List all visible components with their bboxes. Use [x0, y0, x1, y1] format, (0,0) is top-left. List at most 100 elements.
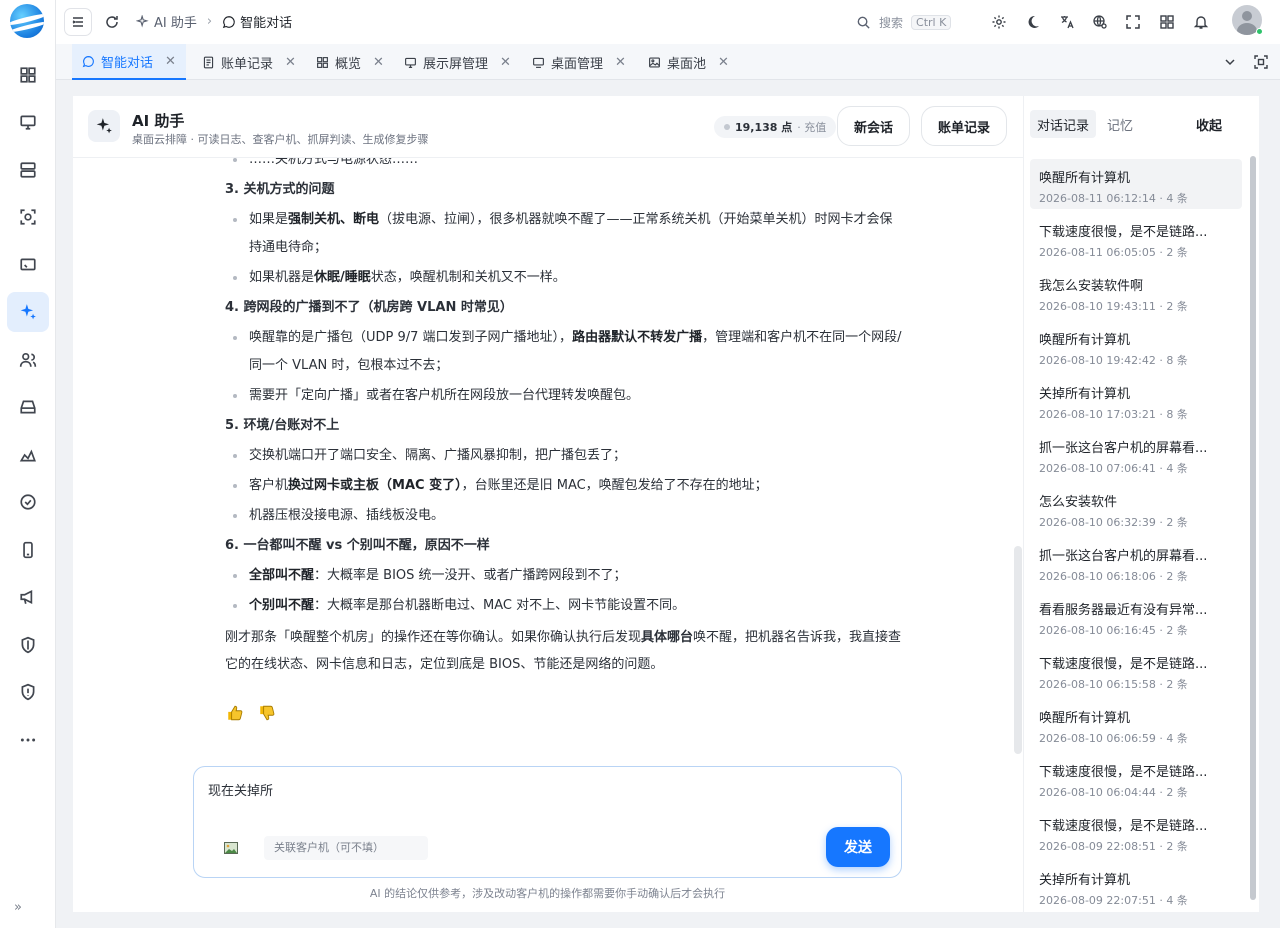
- history-item[interactable]: 下载速度很慢，是不是链路... 2026-08-09 22:08:51 · 2 条: [1030, 807, 1242, 857]
- assistant-message: ……关机方式与电源状态…… 3. 关机方式的问题 如果是强制关机、断电（拔电源、…: [225, 158, 905, 678]
- thumbs-up-icon[interactable]: [226, 704, 244, 722]
- history-item[interactable]: 下载速度很慢，是不是链路... 2026-08-11 06:05:05 · 2 条: [1030, 213, 1242, 263]
- announcement-icon[interactable]: [7, 577, 49, 617]
- close-icon[interactable]: ✕: [615, 55, 626, 70]
- history-meta: 2026-08-10 06:32:39 · 2 条: [1039, 516, 1188, 529]
- points-balance[interactable]: 19,138 点 · 充值: [714, 116, 837, 138]
- refresh-icon[interactable]: [98, 8, 126, 36]
- history-title: 抓一张这台客户机的屏幕看...: [1039, 549, 1208, 564]
- layout-grid-icon[interactable]: [1153, 8, 1181, 36]
- truncated-line: ……关机方式与电源状态……: [225, 158, 905, 174]
- closing-paragraph: 刚才那条「唤醒整个机房」的操作还在等你确认。如果你确认执行后发现具体哪台唤不醒，…: [225, 630, 902, 672]
- section-title: 6. 一台都叫不醒 vs 个别叫不醒，原因不一样: [225, 538, 490, 553]
- history-title: 我怎么安装软件啊: [1039, 279, 1144, 294]
- history-meta: 2026-08-10 06:18:06 · 2 条: [1039, 570, 1188, 583]
- close-icon[interactable]: ✕: [718, 55, 729, 70]
- send-button[interactable]: 发送: [826, 827, 890, 867]
- history-item[interactable]: 下载速度很慢，是不是链路... 2026-08-10 06:04:44 · 2 条: [1030, 753, 1242, 803]
- security-shield-icon[interactable]: [7, 625, 49, 665]
- history-title: 下载速度很慢，是不是链路...: [1039, 819, 1208, 834]
- history-title: 下载速度很慢，是不是链路...: [1039, 657, 1208, 672]
- tab-memory[interactable]: 记忆: [1100, 110, 1140, 138]
- search-icon: [857, 16, 870, 29]
- chat-icon: [222, 15, 235, 28]
- globe-settings-icon[interactable]: [1086, 8, 1114, 36]
- history-item[interactable]: 下载速度很慢，是不是链路... 2026-08-10 06:15:58 · 2 条: [1030, 645, 1242, 695]
- history-item[interactable]: 唤醒所有计算机 2026-08-10 19:42:42 · 8 条: [1030, 321, 1242, 371]
- tab-label: 展示屏管理: [423, 56, 489, 72]
- dark-mode-moon-icon[interactable]: [1019, 8, 1047, 36]
- list-item: 唤醒靠的是广播包（UDP 9/7 端口发到子网广播地址），路由器默认不转发广播，…: [225, 324, 905, 380]
- menu-toggle-icon[interactable]: [64, 8, 92, 36]
- history-item[interactable]: 抓一张这台客户机的屏幕看... 2026-08-10 06:18:06 · 2 条: [1030, 537, 1242, 587]
- history-title: 下载速度很慢，是不是链路...: [1039, 225, 1208, 240]
- thumbs-down-icon[interactable]: [258, 704, 276, 722]
- fullscreen-icon[interactable]: [1119, 8, 1147, 36]
- alert-shield-icon[interactable]: [7, 672, 49, 712]
- translate-icon[interactable]: [1053, 8, 1081, 36]
- history-item[interactable]: 看看服务器最近有没有异常... 2026-08-10 06:16:45 · 2 条: [1030, 591, 1242, 641]
- tab-billing[interactable]: 账单记录 ✕: [192, 44, 306, 80]
- close-icon[interactable]: ✕: [165, 54, 176, 69]
- settings-gear-icon[interactable]: [985, 8, 1013, 36]
- users-icon[interactable]: [7, 340, 49, 380]
- bind-client-field[interactable]: 关联客户机（可不填）: [264, 836, 428, 860]
- breadcrumb-parent[interactable]: AI 助手: [154, 12, 197, 31]
- close-icon[interactable]: ✕: [500, 55, 511, 70]
- history-title: 关掉所有计算机: [1039, 873, 1131, 888]
- collapse-button[interactable]: 收起: [1196, 110, 1222, 138]
- history-item[interactable]: 唤醒所有计算机 2026-08-10 06:06:59 · 4 条: [1030, 699, 1242, 749]
- list-item: 全部叫不醒：大概率是 BIOS 统一没开、或者广播跨网段到不了；: [225, 562, 905, 590]
- recharge-link[interactable]: · 充值: [797, 119, 826, 135]
- close-icon[interactable]: ✕: [285, 55, 296, 70]
- server-icon[interactable]: [7, 150, 49, 190]
- history-meta: 2026-08-10 06:06:59 · 4 条: [1039, 732, 1188, 745]
- close-icon[interactable]: ✕: [373, 55, 384, 70]
- screenshot-frame-icon[interactable]: [1247, 48, 1275, 76]
- sparkle-icon: [136, 14, 149, 28]
- message-scrollbar[interactable]: [1014, 546, 1022, 754]
- tab-display-screens[interactable]: 展示屏管理 ✕: [394, 44, 521, 80]
- tab-history[interactable]: 对话记录: [1030, 110, 1097, 138]
- task-check-icon[interactable]: [7, 482, 49, 522]
- top-bar: AI 助手 › 智能对话 搜索 Ctrl K: [56, 0, 1280, 44]
- tab-overview[interactable]: 概览 ✕: [306, 44, 394, 80]
- display-screen-icon[interactable]: [7, 102, 49, 142]
- tab-desktop-pool[interactable]: 桌面池 ✕: [638, 44, 739, 80]
- history-item[interactable]: 抓一张这台客户机的屏幕看... 2026-08-10 07:06:41 · 4 条: [1030, 429, 1242, 479]
- history-item[interactable]: 唤醒所有计算机 2026-08-11 06:12:14 · 4 条: [1030, 159, 1242, 209]
- history-scrollbar[interactable]: [1250, 156, 1256, 900]
- message-input-box[interactable]: [193, 766, 902, 878]
- chevron-down-icon[interactable]: [1216, 48, 1244, 76]
- more-icon[interactable]: [7, 720, 49, 760]
- history-item[interactable]: 怎么安装软件 2026-08-10 06:32:39 · 2 条: [1030, 483, 1242, 533]
- network-icon[interactable]: [7, 435, 49, 475]
- ai-assistant-icon[interactable]: [7, 292, 49, 332]
- new-session-button[interactable]: 新会话: [837, 106, 910, 146]
- desktop-icon[interactable]: [7, 245, 49, 285]
- app-logo[interactable]: [10, 4, 44, 38]
- tab-label: 智能对话: [101, 55, 154, 71]
- history-item[interactable]: 我怎么安装软件啊 2026-08-10 19:43:11 · 2 条: [1030, 267, 1242, 317]
- search-box[interactable]: 搜索 Ctrl K: [856, 8, 966, 36]
- tab-label: 概览: [335, 56, 362, 72]
- history-item[interactable]: 关掉所有计算机 2026-08-10 17:03:21 · 8 条: [1030, 375, 1242, 425]
- expand-rail-icon[interactable]: »: [14, 900, 22, 915]
- message-input[interactable]: 现在关掉所: [208, 780, 273, 799]
- search-label: 搜索: [879, 15, 904, 30]
- list-item: 如果是强制关机、断电（拔电源、拉闸），很多机器就唤不醒了——正常系统关机（开始菜…: [225, 206, 905, 262]
- list-item: 机器压根没接电源、插线板没电。: [225, 502, 905, 530]
- history-meta: 2026-08-09 22:08:51 · 2 条: [1039, 840, 1188, 853]
- dashboard-icon[interactable]: [7, 55, 49, 95]
- mobile-icon[interactable]: [7, 530, 49, 570]
- scan-icon[interactable]: [7, 197, 49, 237]
- storage-icon[interactable]: [7, 387, 49, 427]
- history-title: 唤醒所有计算机: [1039, 333, 1131, 348]
- notification-bell-icon[interactable]: [1187, 8, 1215, 36]
- tab-chat[interactable]: 智能对话 ✕: [72, 44, 186, 80]
- billing-button[interactable]: 账单记录: [921, 106, 1007, 146]
- image-upload-icon[interactable]: [218, 836, 244, 860]
- points-value: 19,138 点: [735, 121, 793, 134]
- history-item[interactable]: 关掉所有计算机 2026-08-09 22:07:51 · 4 条: [1030, 861, 1242, 911]
- tab-desktop-management[interactable]: 桌面管理 ✕: [522, 44, 636, 80]
